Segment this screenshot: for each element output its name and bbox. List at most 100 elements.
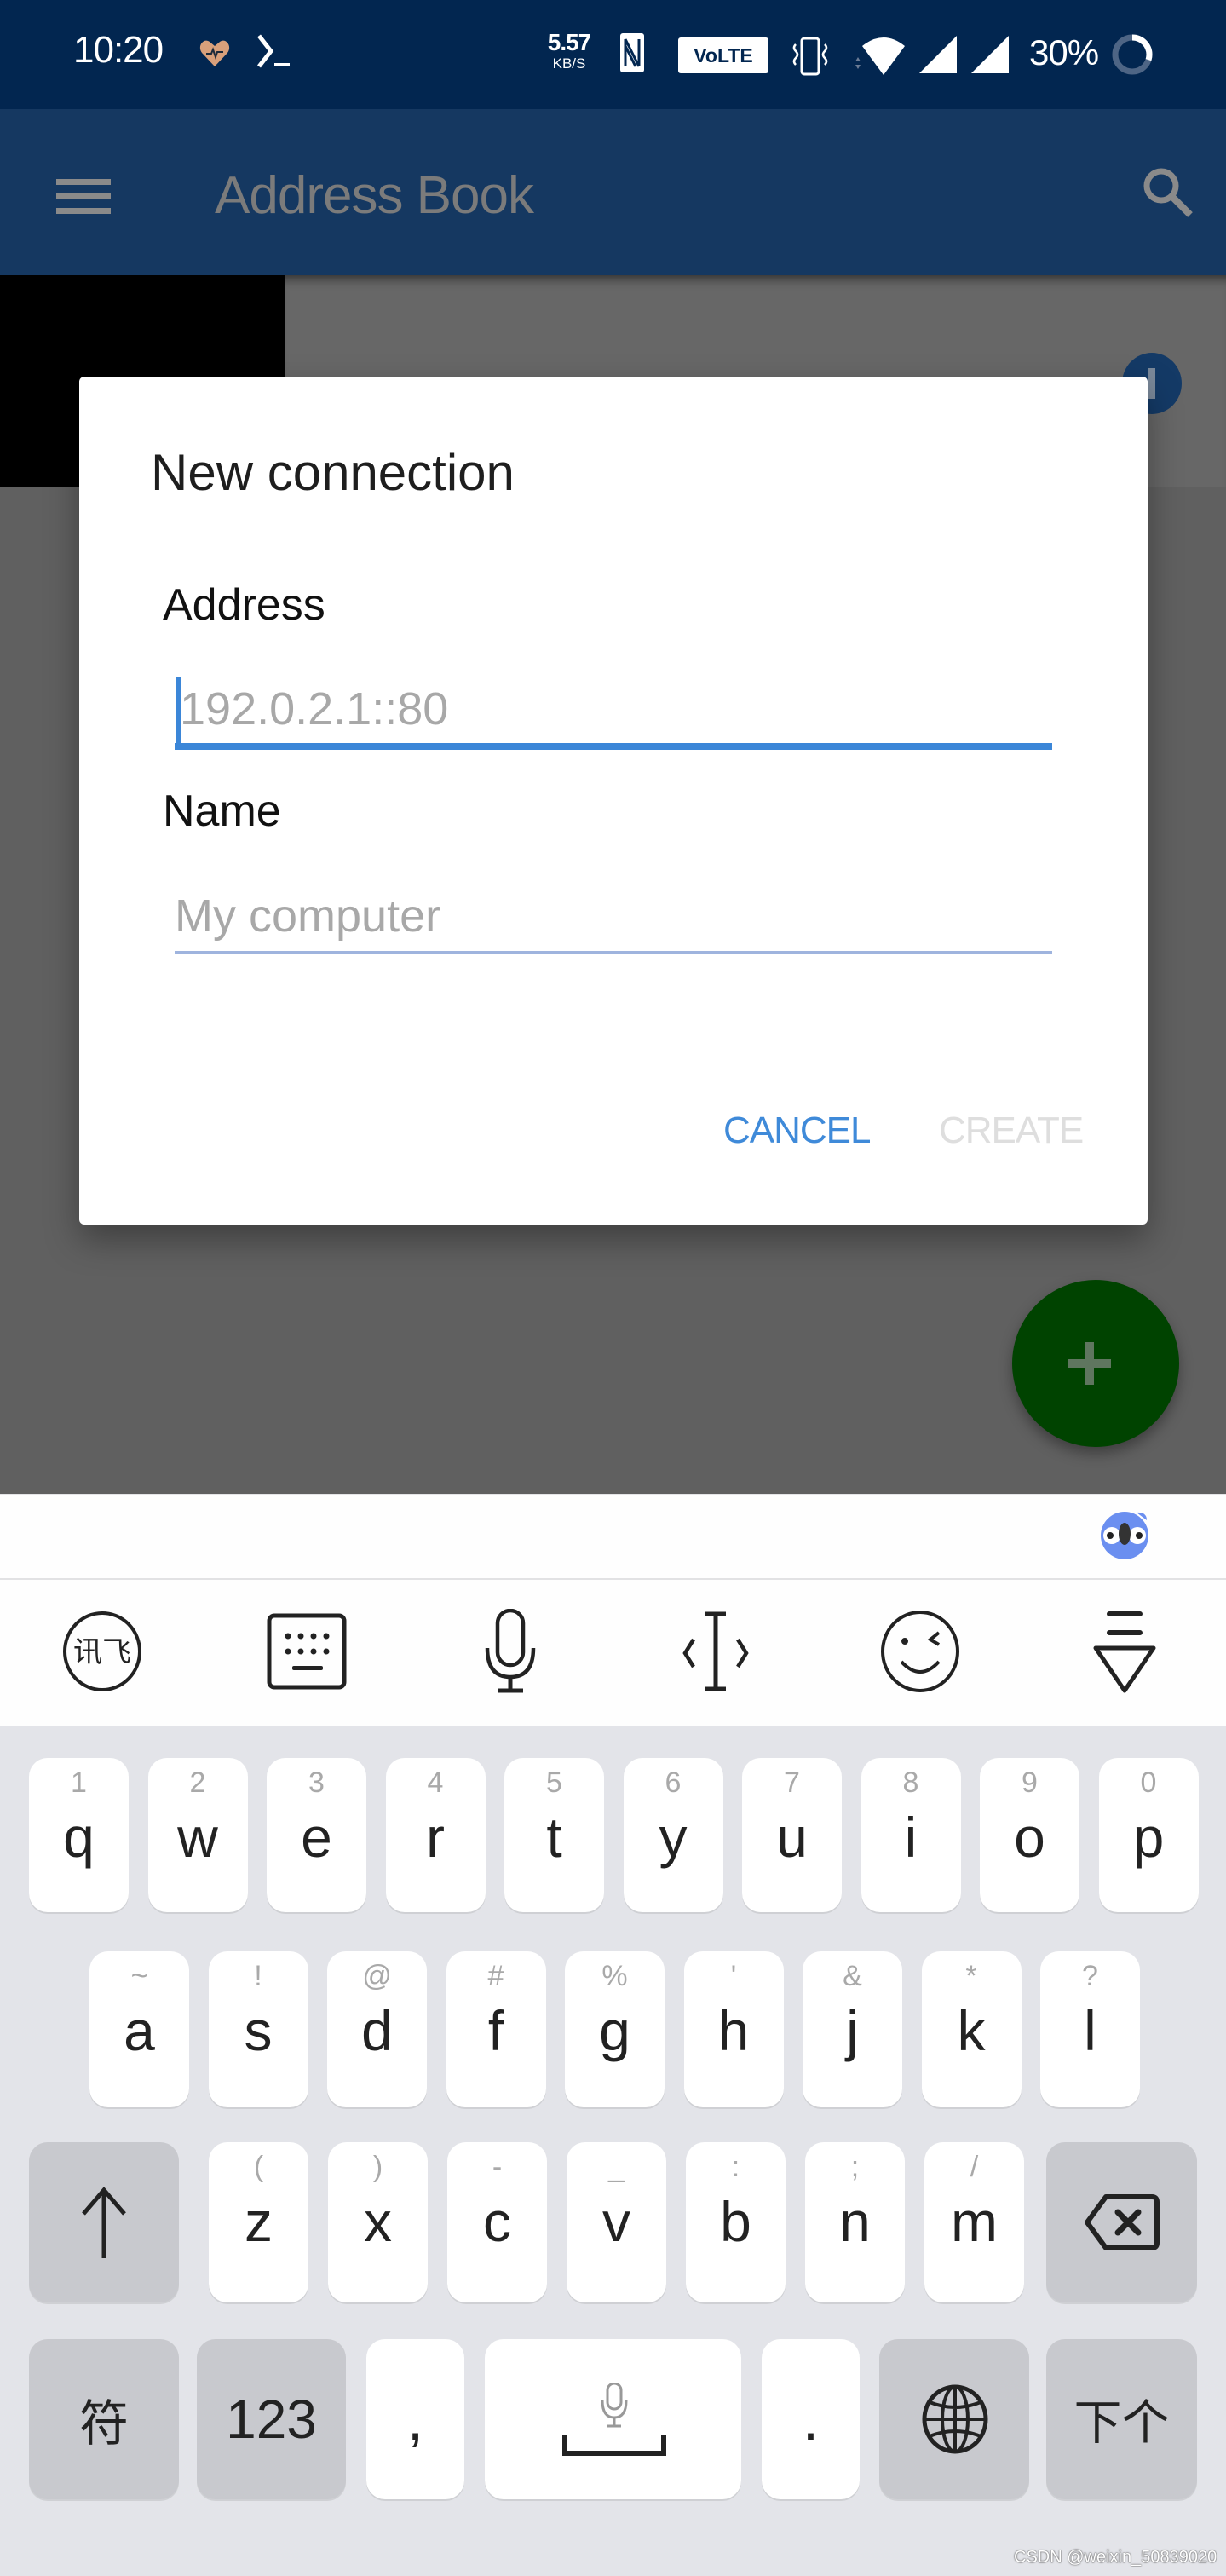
key-hint: : <box>731 2151 740 2183</box>
ifly-logo-icon[interactable]: 讯飞 <box>60 1609 145 1694</box>
key-w[interactable]: 2w <box>147 1758 248 1912</box>
key-label: c <box>483 2190 511 2253</box>
volte-icon: VoLTE <box>678 37 768 73</box>
key-hint: & <box>843 1960 862 1992</box>
key-u[interactable]: 7u <box>742 1758 842 1912</box>
create-button[interactable]: CREATE <box>939 1109 1084 1152</box>
microphone-icon[interactable] <box>469 1609 554 1694</box>
keyboard-toolbar <box>0 1580 1226 1726</box>
search-icon[interactable] <box>1137 162 1197 222</box>
key-label: h <box>717 1999 750 2062</box>
key-j[interactable]: & j <box>803 1951 902 2107</box>
key-hint: 8 <box>902 1766 919 1799</box>
key-hint: 7 <box>784 1766 800 1799</box>
globe-icon <box>922 2384 988 2454</box>
emoji-icon[interactable] <box>878 1609 963 1694</box>
backspace-key[interactable] <box>1046 2142 1197 2302</box>
key-hint: 6 <box>665 1766 682 1799</box>
key-n[interactable]: ; n <box>805 2142 905 2302</box>
key-c[interactable]: -c <box>447 2142 547 2302</box>
space-key[interactable] <box>485 2339 741 2499</box>
comma-key[interactable]: , <box>366 2339 464 2499</box>
clock: 10:20 <box>73 29 164 71</box>
key-hint: ? <box>1082 1960 1098 1992</box>
key-v[interactable]: _ v <box>567 2142 666 2302</box>
key-q[interactable]: 1q <box>29 1758 129 1912</box>
key-label: u <box>776 1806 808 1869</box>
key-label: v <box>602 2190 630 2253</box>
new-connection-dialog: New connection Address Name CANCEL CREAT… <box>79 377 1148 1225</box>
key-hint: 3 <box>308 1766 325 1799</box>
key-hint: ; <box>850 2151 860 2183</box>
signal-sim2-icon <box>971 36 1009 73</box>
next-key[interactable]: 下个 <box>1046 2339 1197 2499</box>
add-connection-fab[interactable] <box>1012 1280 1179 1447</box>
backspace-icon <box>1085 2194 1160 2250</box>
key-hint: 4 <box>427 1766 444 1799</box>
shift-arrow-icon <box>82 2187 126 2258</box>
key-p[interactable]: 0p <box>1098 1758 1199 1912</box>
key-y[interactable]: 6y <box>623 1758 723 1912</box>
key-label: m <box>951 2190 998 2253</box>
key-s[interactable]: ! s <box>208 1951 308 2107</box>
battery-percent: 30% <box>1029 32 1099 72</box>
key-hint: % <box>601 1960 628 1992</box>
hamburger-menu-icon[interactable] <box>56 179 111 214</box>
battery-ring-icon <box>1112 34 1153 75</box>
hide-keyboard-icon[interactable] <box>1082 1609 1167 1694</box>
key-h[interactable]: ' h <box>683 1951 784 2107</box>
key-b[interactable]: :b <box>686 2142 786 2302</box>
key-label: a <box>124 1999 155 2062</box>
key-hint: 2 <box>189 1766 206 1799</box>
key-z[interactable]: (z <box>209 2142 308 2302</box>
keyboard-suggestion-bar <box>0 1494 1226 1580</box>
key-hint: - <box>492 2151 503 2183</box>
key-hint: @ <box>362 1960 392 1992</box>
key-r[interactable]: 4r <box>385 1758 486 1912</box>
key-label: q <box>63 1806 95 1869</box>
key-label: i <box>904 1806 918 1869</box>
key-label: j <box>846 1999 859 2062</box>
symbol-key[interactable]: 符 <box>29 2339 179 2499</box>
key-hint: 0 <box>1140 1766 1157 1799</box>
wifi-icon <box>855 37 905 75</box>
heart-rate-icon <box>199 40 230 66</box>
key-m[interactable]: / m <box>924 2142 1024 2302</box>
text-caret <box>176 677 181 746</box>
key-e[interactable]: 3e <box>267 1758 366 1912</box>
key-a[interactable]: ~ a <box>89 1951 189 2107</box>
key-hint: # <box>487 1960 504 1992</box>
key-label: e <box>301 1806 332 1869</box>
key-d[interactable]: @ d <box>327 1951 427 2107</box>
address-input[interactable] <box>175 675 1052 750</box>
key-hint: ! <box>254 1960 262 1992</box>
key-label: r <box>426 1806 445 1869</box>
key-label: y <box>659 1806 688 1869</box>
key-label: f <box>487 1999 504 2062</box>
cursor-move-icon[interactable] <box>673 1609 758 1694</box>
ime-mascot-icon[interactable] <box>1099 1508 1152 1561</box>
number-mode-key[interactable]: 123 <box>197 2339 346 2499</box>
key-l[interactable]: ? l <box>1040 1951 1140 2107</box>
keyboard-switch-icon[interactable] <box>264 1609 349 1694</box>
key-i[interactable]: 8i <box>861 1758 961 1912</box>
language-switch-key[interactable] <box>879 2339 1029 2499</box>
key-hint: ) <box>372 2151 383 2183</box>
key-k[interactable]: * k <box>921 1951 1022 2107</box>
key-t[interactable]: 5t <box>504 1758 604 1912</box>
key-o[interactable]: 9o <box>980 1758 1079 1912</box>
terminal-icon <box>257 34 290 68</box>
key-label: b <box>720 2190 751 2253</box>
shift-key[interactable] <box>29 2142 179 2302</box>
key-hint: 5 <box>546 1766 562 1799</box>
watermark: CSDN @weixin_50839020 <box>1014 2548 1217 2567</box>
period-key[interactable]: . <box>762 2339 860 2499</box>
key-hint: / <box>970 2151 979 2183</box>
cancel-button[interactable]: CANCEL <box>723 1109 871 1152</box>
key-label: w <box>177 1806 218 1869</box>
dialog-title: New connection <box>151 444 515 501</box>
key-f[interactable]: # f <box>446 1951 546 2107</box>
name-input[interactable] <box>175 881 1052 954</box>
key-g[interactable]: % g <box>565 1951 665 2107</box>
key-x[interactable]: ) x <box>328 2142 428 2302</box>
